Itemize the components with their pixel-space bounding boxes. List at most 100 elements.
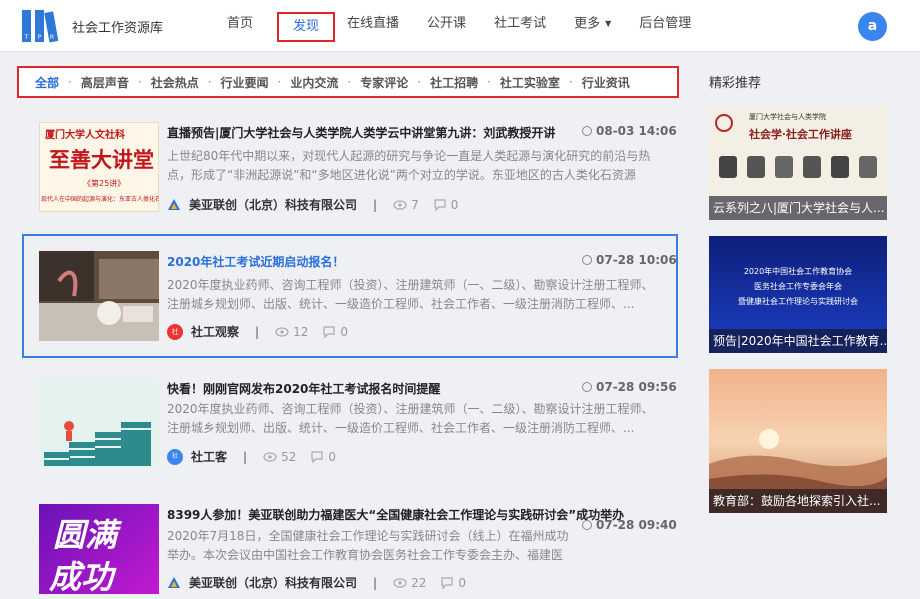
main-nav: 首页 发现 在线直播 公开课 社工考试 更多 ▼ 后台管理 [215,0,691,52]
feed-time: 08-03 14:06 [582,124,677,138]
logo-letter: P [38,34,42,41]
comment-count-text: 0 [450,197,459,212]
feed-thumbnail[interactable] [39,378,159,468]
feed-description: 2020年度执业药师、咨询工程师（投资）、注册建筑师（一、二级）、勘察设计注册工… [167,402,654,435]
clock-icon [582,520,592,530]
thumb-text: 《第25讲》 [83,179,126,188]
feed-item[interactable]: 厦门大学人文社科 至善大讲堂 《第25讲》 现代人在中国的起源与演化：东亚古人类… [22,122,678,218]
feed-author[interactable]: 社工观察 [191,323,239,340]
org-logo-icon: 社 [167,448,183,465]
card-image-line: 2020年中国社会工作教育协会 [743,267,853,276]
category-recruitment[interactable]: 社工招聘 [430,74,478,91]
feed-time-text: 07-28 09:56 [596,380,677,394]
eye-icon [393,577,407,588]
category-info[interactable]: 行业资讯 [582,74,630,91]
logo-letter: T [24,34,29,41]
comment-count: 0 [310,450,336,464]
logo-books-icon[interactable]: T P R [20,8,60,44]
clock-icon [582,255,592,265]
feed-author[interactable]: 美亚联创（北京）科技有限公司 [189,196,357,213]
comment-icon [311,450,323,463]
org-logo-icon [168,198,180,210]
feed-author[interactable]: 美亚联创（北京）科技有限公司 [189,574,357,591]
recommend-card[interactable]: 厦门大学社会与人类学院 社会学·社会工作讲座 云系列之八|厦门大学社会与人... [709,106,887,220]
view-count: 12 [275,325,308,339]
org-logo-icon: 社 [167,323,183,340]
category-expert-comments[interactable]: 专家评论 [360,74,408,91]
feed-description: 2020年7月18日，全国健康社会工作理论与实践研讨会（线上）在福州成功举办。本… [167,529,569,562]
caret-down-icon: ▼ [605,19,612,28]
comment-count-text: 0 [458,575,466,590]
eye-icon [393,199,407,210]
meta-separator: | [243,449,248,464]
feed-description: 2020年度执业药师、咨询工程师（投资）、注册建筑师（一、二级）、勘察设计注册工… [167,278,654,311]
thumb-text: 圆满 [53,516,118,554]
recommend-card[interactable]: 2020年中国社会工作教育协会 医务社会工作专委会年会 暨健康社会工作理论与实践… [709,236,887,353]
view-count-text: 52 [281,449,297,464]
site-brand[interactable]: 社会工作资源库 [72,17,163,36]
clock-icon [582,382,592,392]
feed-title[interactable]: 8399人参加！美亚联创助力福建医大“全国健康社会工作理论与实践研讨会”成功举办 [167,506,624,523]
sidebar-title: 精彩推荐 [709,76,762,91]
nav-more[interactable]: 更多 ▼ [574,0,611,52]
thumb-text: 成功 [49,558,114,594]
org-logo-icon [168,576,180,588]
feed-time-text: 07-28 09:40 [596,518,677,532]
comment-icon [434,198,446,211]
meta-separator: | [255,324,260,339]
comment-count: 0 [440,576,466,590]
feed-thumbnail[interactable]: 圆满 成功 [39,504,159,594]
card-image-text: 2020年中国社会工作教育协会 医务社会工作专委会年会 暨健康社会工作理论与实践… [709,264,887,309]
category-lab[interactable]: 社工实验室 [500,74,560,91]
feed-time: 07-28 10:06 [582,253,677,267]
category-exchange[interactable]: 业内交流 [290,74,338,91]
category-hot-topics[interactable]: 社会热点 [151,74,199,91]
card-image-line: 暨健康社会工作理论与实践研讨会 [738,297,858,306]
nav-open-class[interactable]: 公开课 [427,0,466,52]
recommend-caption[interactable]: 预告|2020年中国社会工作教育... [709,329,887,353]
feed-author[interactable]: 社工客 [191,448,227,465]
nav-discover[interactable]: 发现 [277,12,336,42]
category-leadership[interactable]: 高层声音 [81,74,129,91]
nav-admin[interactable]: 后台管理 [639,0,691,52]
feed-time-text: 07-28 10:06 [596,253,677,267]
feed-meta: 美亚联创（北京）科技有限公司 | 22 0 [167,574,480,591]
recommend-caption[interactable]: 云系列之八|厦门大学社会与人... [709,196,887,220]
view-count-text: 7 [411,197,419,212]
nav-home[interactable]: 首页 [227,0,253,52]
feed-item[interactable]: 快看！刚刚官网发布2020年社工考试报名时间提醒 07-28 09:56 202… [22,378,678,474]
category-industry-news[interactable]: 行业要闻 [221,74,269,91]
user-avatar[interactable]: a [858,12,887,41]
desk-photo [39,251,159,341]
feed-time: 07-28 09:56 [582,380,677,394]
clock-icon [582,126,592,136]
thumb-text: 厦门大学人文社科 [45,130,125,141]
card-image-text: 厦门大学社会与人类学院 [749,113,826,121]
feed-title[interactable]: 直播预告|厦门大学社会与人类学院人类学云中讲堂第九讲：刘武教授开讲 [167,124,555,141]
recommend-caption[interactable]: 教育部：鼓励各地探索引入社... [709,489,887,513]
thumb-text: 现代人在中国的起源与演化：东亚古人类化石的研究 [41,196,159,203]
feed-title[interactable]: 2020年社工考试近期启动报名！ [167,253,344,270]
feed-item[interactable]: 圆满 成功 8399人参加！美亚联创助力福建医大“全国健康社会工作理论与实践研讨… [22,504,678,599]
feed-thumbnail[interactable] [39,251,159,341]
logo-letter: R [50,34,54,41]
feed-title[interactable]: 快看！刚刚官网发布2020年社工考试报名时间提醒 [167,380,440,397]
nav-exam[interactable]: 社工考试 [494,0,546,52]
recommend-card[interactable]: 教育部：鼓励各地探索引入社... [709,369,887,513]
separator-dot: · [347,75,352,89]
card-image-text: 社会学·社会工作讲座 [749,128,852,141]
view-count-text: 12 [293,324,309,339]
comment-count: 0 [322,325,348,339]
feed-meta: 美亚联创（北京）科技有限公司 | 7 0 [167,196,472,213]
category-filter-bar: 全部 · 高层声音 · 社会热点 · 行业要闻 · 业内交流 · 专家评论 · 社工招聘 · … [17,66,679,98]
separator-dot: · [417,75,422,89]
separator-dot: · [487,75,491,89]
comment-icon [441,576,453,589]
comment-count: 0 [433,197,459,212]
view-count: 52 [263,450,296,464]
feed-thumbnail[interactable]: 厦门大学人文社科 至善大讲堂 《第25讲》 现代人在中国的起源与演化：东亚古人类… [39,122,159,212]
feed-item-highlighted[interactable]: 2020年社工考试近期启动报名！ 07-28 10:06 2020年度执业药师、… [22,234,678,358]
card-image-line: 医务社会工作专委会年会 [754,282,842,291]
nav-live[interactable]: 在线直播 [347,0,399,52]
category-all[interactable]: 全部 [35,74,59,91]
